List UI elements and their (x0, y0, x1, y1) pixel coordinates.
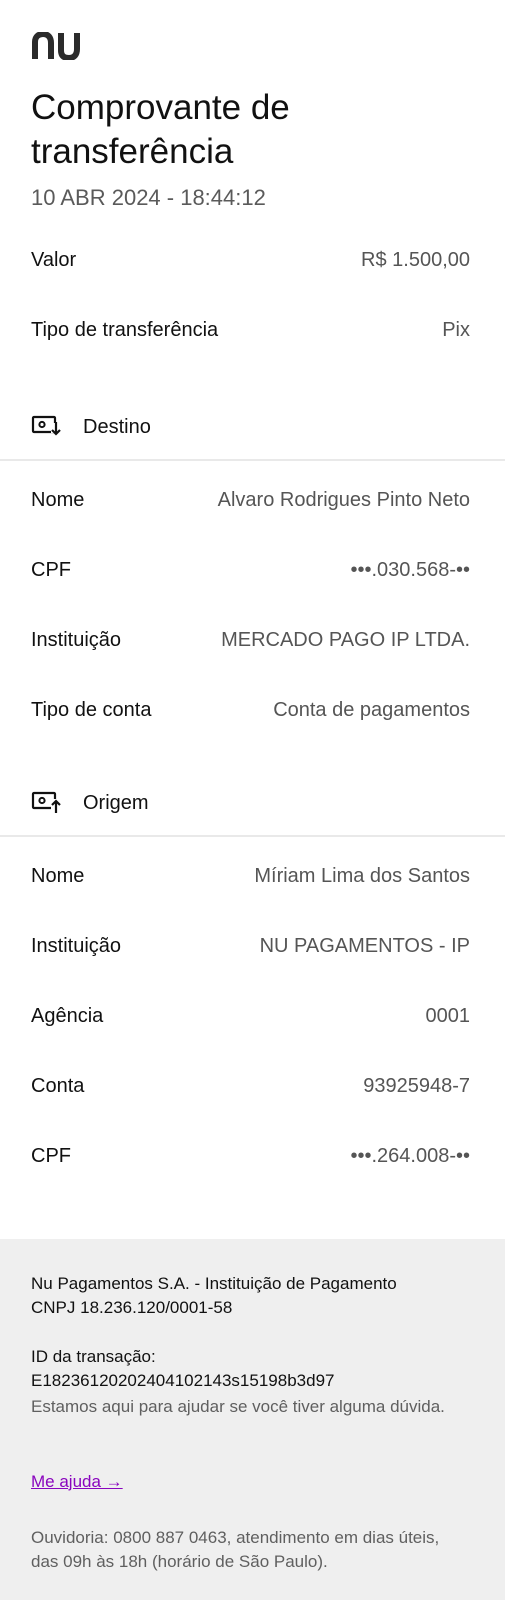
row-label: Nome (31, 864, 85, 887)
section-origem-header: Origem (31, 788, 149, 818)
row-label: Valor (31, 248, 77, 271)
row-label: Instituição (31, 628, 122, 651)
transaction-id-label: ID da transação: (31, 1347, 156, 1366)
origem-row-nome: Nome Míriam Lima dos Santos (31, 861, 470, 891)
row-value: Pix (442, 318, 470, 341)
transaction-id: E18236120202404102143s15198b3d97 (31, 1371, 335, 1390)
row-label: Tipo de conta (31, 698, 152, 721)
summary-row-tipo-transferencia: Tipo de transferência Pix (31, 315, 470, 345)
row-value: Míriam Lima dos Santos (254, 864, 470, 887)
row-value: •••.030.568-•• (350, 558, 470, 581)
page-title: Comprovante de transferência (31, 88, 290, 171)
company-cnpj: CNPJ 18.236.120/0001-58 (31, 1298, 233, 1317)
upload-from-screen-icon (31, 791, 61, 813)
help-text: Estamos aqui para ajudar se você tiver a… (31, 1397, 445, 1416)
row-value: 0001 (425, 1004, 471, 1027)
section-title: Destino (83, 415, 151, 438)
origem-row-instituicao: Instituição NU PAGAMENTOS - IP (31, 931, 470, 961)
download-to-screen-icon (31, 415, 61, 436)
row-label: Instituição (31, 934, 122, 957)
row-label: Conta (31, 1074, 85, 1097)
section-title: Origem (83, 791, 149, 814)
origem-row-cpf: CPF •••.264.008-•• (31, 1141, 470, 1171)
row-value: Conta de pagamentos (273, 698, 470, 721)
section-divider (0, 835, 505, 837)
transfer-datetime: 10 ABR 2024 - 18:44:12 (31, 185, 266, 210)
summary-row-valor: Valor R$ 1.500,00 (31, 245, 470, 275)
row-label: Nome (31, 488, 85, 511)
section-divider (0, 459, 505, 461)
section-destino-header: Destino (31, 412, 151, 442)
company-name: Nu Pagamentos S.A. - Instituição de Paga… (31, 1274, 397, 1293)
destino-row-instituicao: Instituição MERCADO PAGO IP LTDA. (31, 625, 470, 655)
receipt-footer: Nu Pagamentos S.A. - Instituição de Paga… (0, 1239, 505, 1600)
row-value: R$ 1.500,00 (361, 248, 470, 271)
row-value: 93925948-7 (363, 1074, 470, 1097)
row-label: CPF (31, 1144, 71, 1167)
row-label: Tipo de transferência (31, 318, 219, 341)
row-label: Agência (31, 1004, 104, 1027)
row-label: CPF (31, 558, 71, 581)
row-value: MERCADO PAGO IP LTDA. (221, 628, 470, 651)
nu-logo (32, 32, 80, 60)
destino-row-cpf: CPF •••.030.568-•• (31, 555, 470, 585)
ouvidoria-text: Ouvidoria: 0800 887 0463, atendimento em… (31, 1528, 440, 1571)
destino-row-nome: Nome Alvaro Rodrigues Pinto Neto (31, 485, 470, 515)
origem-row-agencia: Agência 0001 (31, 1001, 470, 1031)
row-value: •••.264.008-•• (350, 1144, 470, 1167)
row-value: NU PAGAMENTOS - IP (259, 934, 470, 957)
help-link[interactable]: Me ajuda → (31, 1472, 123, 1492)
row-value: Alvaro Rodrigues Pinto Neto (217, 488, 470, 511)
origem-row-conta: Conta 93925948-7 (31, 1071, 470, 1101)
destino-row-tipo-conta: Tipo de conta Conta de pagamentos (31, 695, 470, 725)
